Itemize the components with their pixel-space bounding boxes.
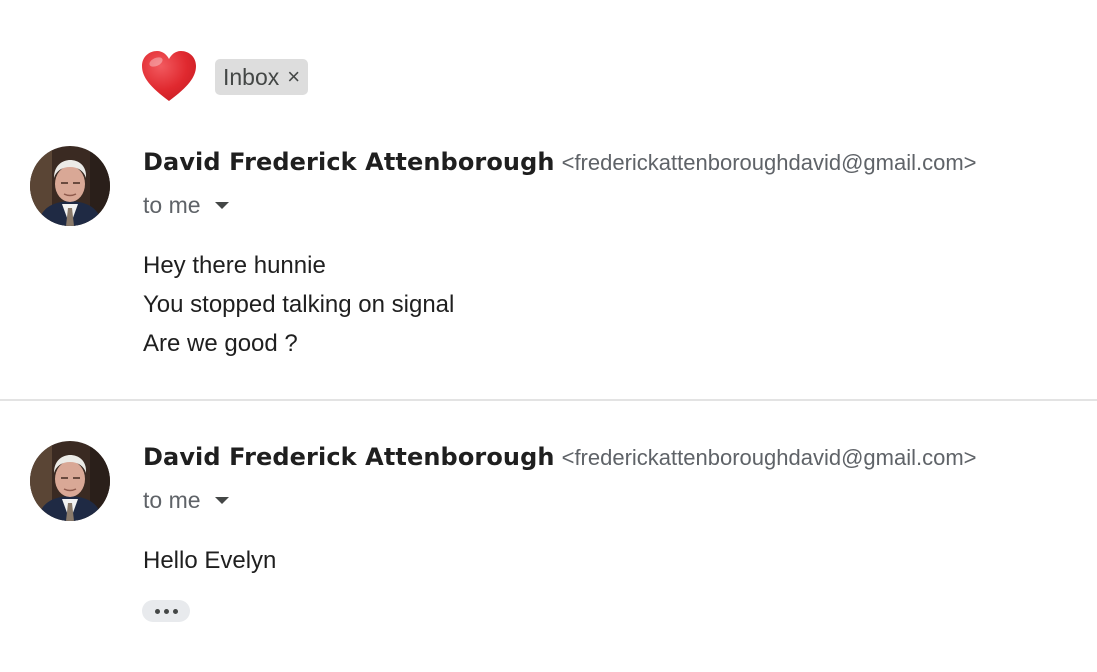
body-line: Are we good ?	[143, 330, 298, 357]
recipient-details-toggle[interactable]: to me	[143, 487, 229, 514]
avatar[interactable]	[30, 146, 110, 226]
chevron-down-icon[interactable]	[214, 497, 229, 504]
recipient-label: to me	[143, 487, 201, 513]
message-body: Hey there hunnie You stopped talking on …	[143, 246, 454, 363]
sender-name[interactable]: David Frederick Attenborough	[143, 148, 555, 176]
chevron-down-icon[interactable]	[214, 202, 229, 209]
body-line: You stopped talking on signal	[143, 291, 455, 318]
more-horizontal-icon	[163, 608, 169, 614]
label-text: Inbox	[223, 63, 280, 90]
body-line: Hey there hunnie	[143, 252, 326, 279]
inbox-label-chip: Inbox ×	[215, 59, 309, 95]
recipient-label: to me	[143, 192, 201, 218]
thread-header: Inbox ×	[140, 50, 309, 104]
recipient-details-toggle[interactable]: to me	[143, 192, 229, 219]
show-trimmed-content-button[interactable]	[142, 600, 190, 622]
message-body: Hello Evelyn	[143, 541, 276, 580]
message-divider	[0, 399, 1097, 401]
more-horizontal-icon	[172, 608, 178, 614]
sender-email[interactable]: <frederickattenboroughdavid@gmail.com>	[562, 445, 977, 471]
sender-email[interactable]: <frederickattenboroughdavid@gmail.com>	[562, 150, 977, 176]
body-line: Hello Evelyn	[143, 547, 277, 574]
remove-label-icon[interactable]: ×	[287, 66, 300, 88]
sender-line: David Frederick Attenborough <fredericka…	[143, 148, 977, 176]
heart-icon	[142, 51, 196, 101]
sender-name[interactable]: David Frederick Attenborough	[143, 443, 555, 471]
sender-line: David Frederick Attenborough <fredericka…	[143, 443, 977, 471]
more-horizontal-icon	[154, 608, 160, 614]
avatar[interactable]	[30, 441, 110, 521]
